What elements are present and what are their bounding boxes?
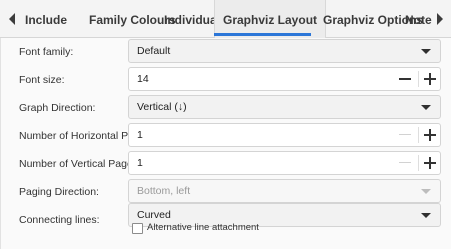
alternative-line-attachment-label[interactable]: Alternative line attachment — [147, 222, 259, 233]
connecting-lines-label: Connecting lines: — [19, 214, 100, 226]
scroll-tabs-right-icon[interactable] — [437, 13, 443, 25]
font-size-label: Font size: — [19, 74, 65, 86]
paging-direction-label: Paging Direction: — [19, 186, 99, 198]
minus-icon — [399, 134, 411, 135]
chevron-down-icon — [421, 213, 431, 218]
horizontal-pages-decrement-button[interactable] — [394, 124, 416, 146]
vertical-pages-spinbox[interactable]: 1 — [128, 151, 441, 175]
tab-family-colours[interactable]: Family Colours — [89, 0, 176, 38]
font-size-value: 14 — [137, 73, 149, 85]
graph-direction-select[interactable]: Vertical (↓) — [128, 95, 441, 119]
font-family-label: Font family: — [19, 46, 74, 58]
font-family-select[interactable]: Default — [128, 39, 441, 63]
tab-include[interactable]: Include — [25, 0, 67, 38]
active-tab-indicator — [214, 33, 311, 36]
chevron-down-icon — [421, 105, 431, 110]
font-size-decrement-button[interactable] — [394, 68, 416, 90]
scroll-tabs-left-icon[interactable] — [9, 13, 15, 25]
paging-direction-value: Bottom, left — [137, 185, 191, 197]
horizontal-pages-value: 1 — [137, 129, 143, 141]
horizontal-pages-spinbox[interactable]: 1 — [128, 123, 441, 147]
font-size-increment-button[interactable] — [419, 68, 441, 90]
vertical-pages-label: Number of Vertical Pages: — [19, 158, 141, 170]
minus-icon — [399, 78, 411, 80]
minus-icon — [399, 162, 411, 163]
font-size-spinbox[interactable]: 14 — [128, 67, 441, 91]
graph-direction-label: Graph Direction: — [19, 102, 96, 114]
paging-direction-select: Bottom, left — [128, 179, 441, 203]
vertical-pages-increment-button[interactable] — [419, 152, 441, 174]
tab-note[interactable]: Note — [405, 0, 432, 38]
tab-bar: Include Family Colours Individuals Graph… — [0, 0, 451, 38]
horizontal-pages-increment-button[interactable] — [419, 124, 441, 146]
alternative-line-attachment-checkbox[interactable] — [132, 223, 143, 234]
graph-direction-value: Vertical (↓) — [137, 101, 187, 113]
chevron-down-icon — [421, 189, 431, 194]
chevron-down-icon — [421, 49, 431, 54]
vertical-pages-value: 1 — [137, 157, 143, 169]
font-family-value: Default — [137, 45, 171, 57]
vertical-pages-decrement-button[interactable] — [394, 152, 416, 174]
